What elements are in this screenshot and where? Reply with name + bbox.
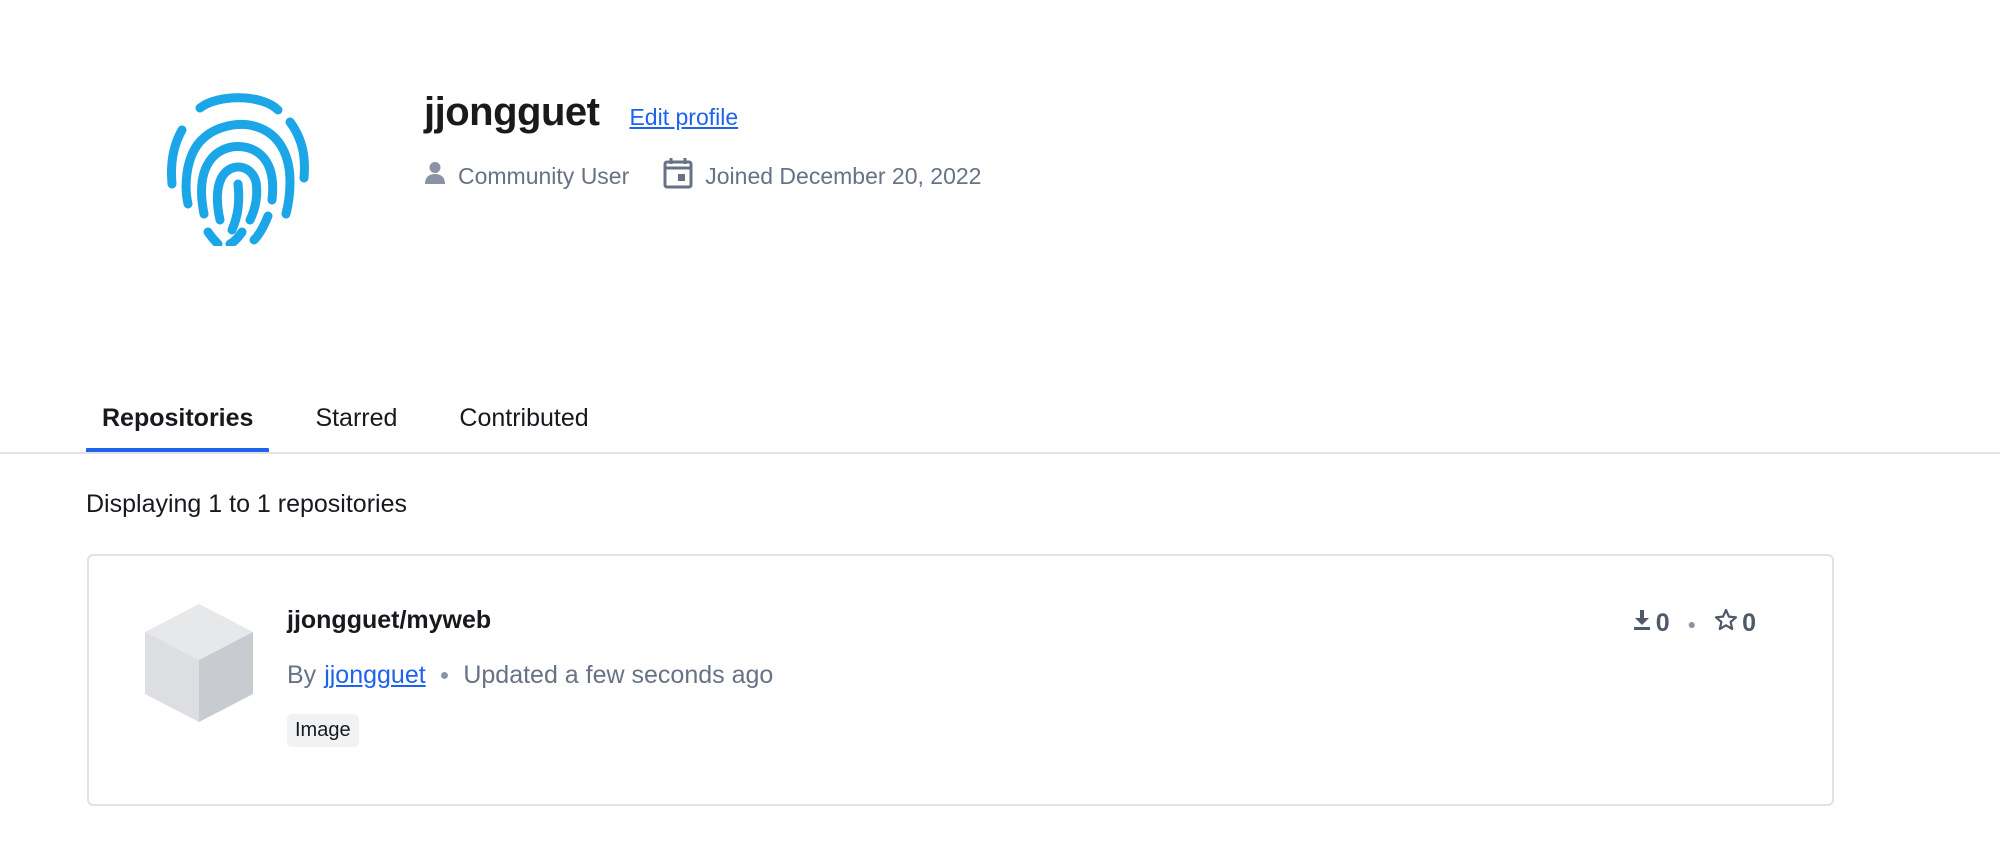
author-link[interactable]: jjongguet xyxy=(324,661,425,690)
repo-count-text: Displaying 1 to 1 repositories xyxy=(86,490,407,518)
download-icon xyxy=(1632,609,1656,638)
separator-dot: ● xyxy=(1687,615,1697,632)
repo-card[interactable]: jjongguet/myweb By jjongguet ● Updated a… xyxy=(87,554,1834,806)
role-label: Community User xyxy=(458,162,630,189)
repo-body: jjongguet/myweb By jjongguet ● Updated a… xyxy=(287,606,773,747)
tab-contributed[interactable]: Contributed xyxy=(443,394,604,453)
by-label: By xyxy=(287,661,317,689)
pulls-count: 0 xyxy=(1655,609,1670,637)
tabs-divider xyxy=(0,452,2000,454)
pulls-stat: 0 xyxy=(1632,609,1670,638)
star-icon xyxy=(1714,608,1742,639)
tab-starred[interactable]: Starred xyxy=(299,394,413,453)
username: jjongguet xyxy=(424,90,600,134)
profile-page: jjongguet Edit profile Community User Jo… xyxy=(0,0,2000,845)
fingerprint-icon xyxy=(160,86,320,249)
profile-info: jjongguet Edit profile Community User Jo… xyxy=(424,90,1015,195)
role-item: Community User xyxy=(424,161,629,191)
calendar-icon xyxy=(663,157,705,195)
user-icon xyxy=(424,161,458,191)
updated-time: Updated a few seconds ago xyxy=(463,661,774,689)
profile-tabs: Repositories Starred Contributed xyxy=(86,394,635,454)
tab-repositories[interactable]: Repositories xyxy=(86,394,270,454)
repo-name[interactable]: jjongguet/myweb xyxy=(287,606,773,635)
repo-stats: 0 ● 0 xyxy=(1632,608,1756,639)
type-badge: Image xyxy=(287,714,359,747)
stars-stat: 0 xyxy=(1714,608,1756,639)
stars-count: 0 xyxy=(1742,609,1756,637)
cube-icon xyxy=(143,602,255,724)
joined-date: Joined December 20, 2022 xyxy=(705,162,982,189)
profile-meta: Community User Joined December 20, 2022 xyxy=(424,157,1015,195)
joined-item: Joined December 20, 2022 xyxy=(663,157,981,195)
edit-profile-link[interactable]: Edit profile xyxy=(629,104,738,131)
repo-meta: By jjongguet ● Updated a few seconds ago xyxy=(287,661,773,690)
name-row: jjongguet Edit profile xyxy=(424,90,1015,135)
separator-dot: ● xyxy=(439,666,450,684)
